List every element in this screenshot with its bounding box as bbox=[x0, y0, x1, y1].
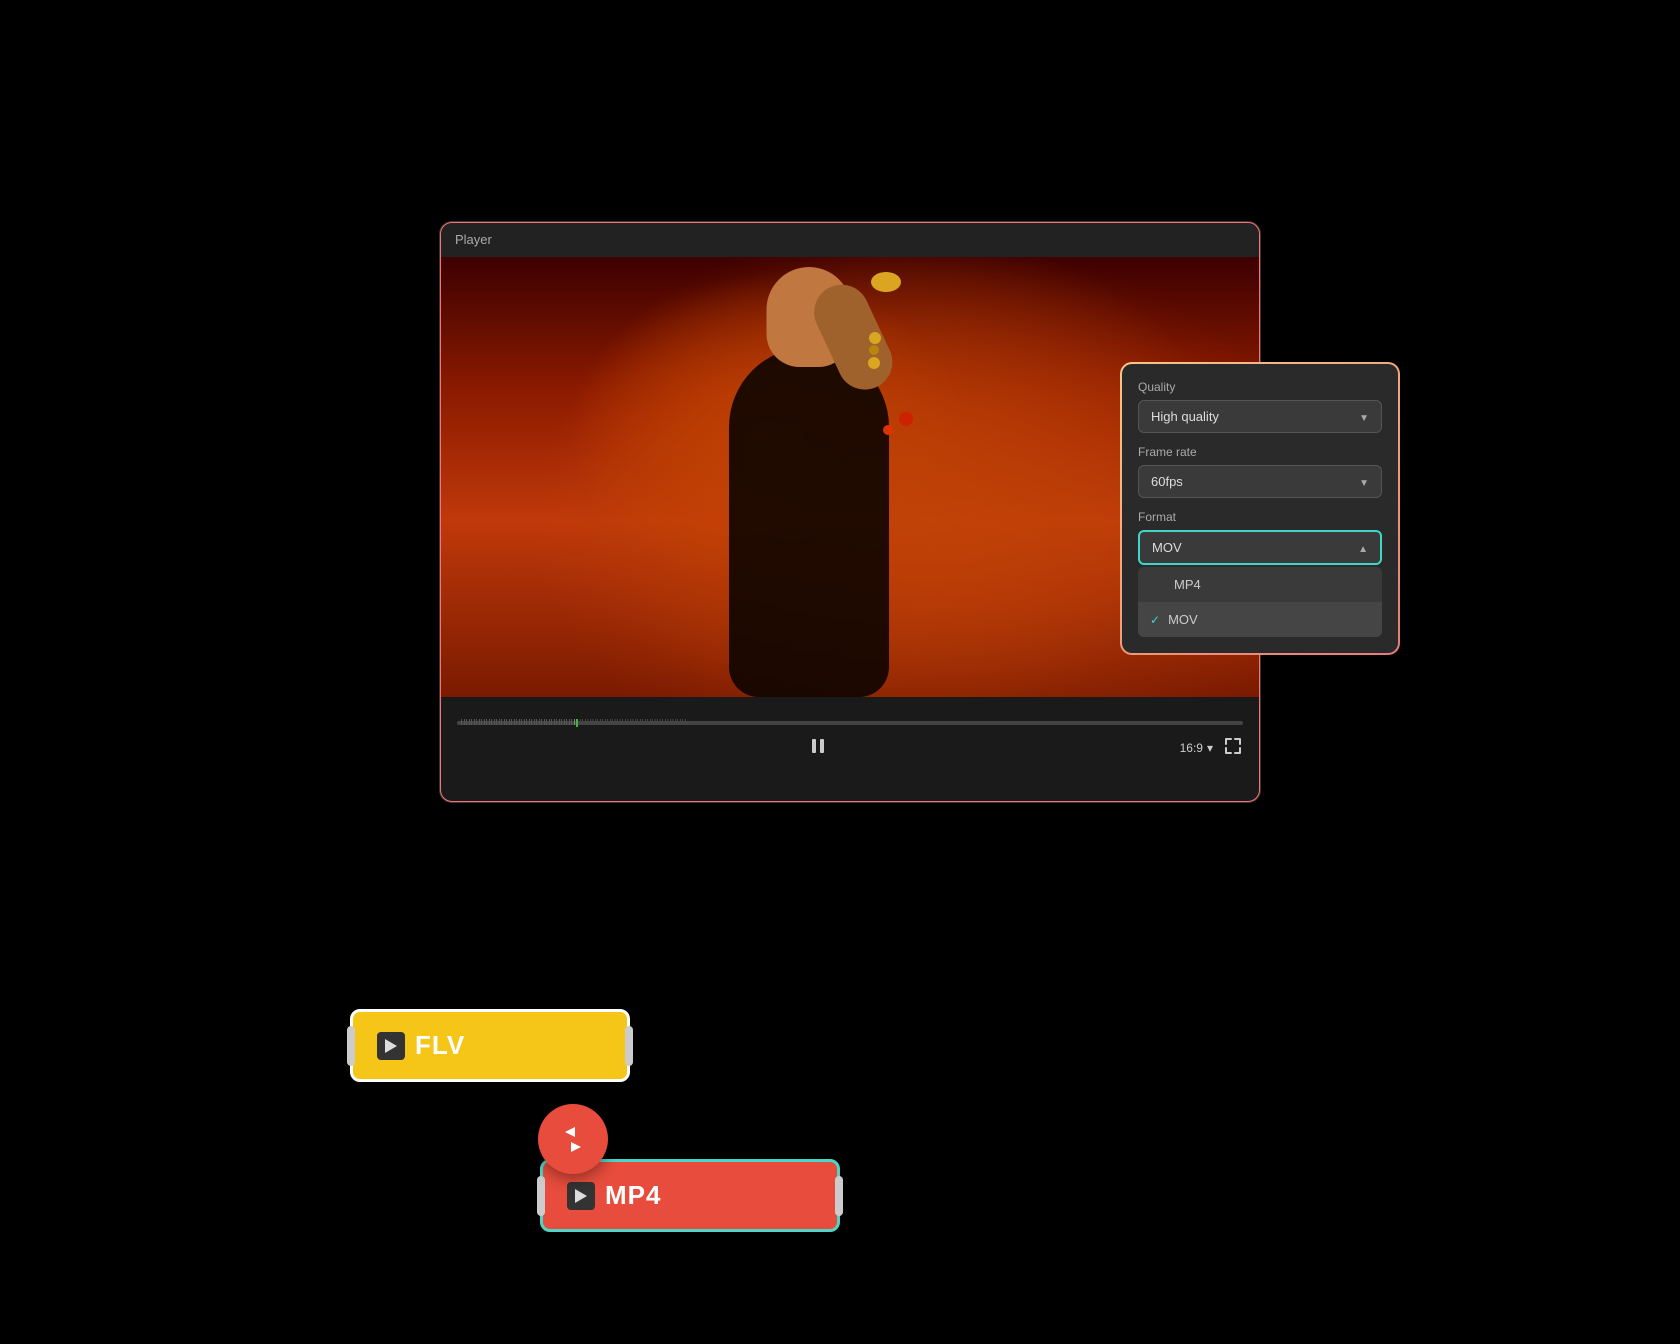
aspect-ratio[interactable]: 16:9 ▾ bbox=[1180, 741, 1213, 755]
format-label: Format bbox=[1138, 510, 1382, 524]
mp4-option-label: MP4 bbox=[1174, 577, 1201, 592]
flv-format-bar: FLV bbox=[350, 1009, 630, 1082]
player-title: Player bbox=[455, 232, 492, 247]
mov-option-label: MOV bbox=[1168, 612, 1198, 627]
player-controls: 16:9 ▾ bbox=[441, 697, 1259, 787]
flv-bar-handle-right bbox=[625, 1026, 633, 1066]
format-chevron-icon bbox=[1358, 541, 1368, 555]
progress-bar[interactable] bbox=[457, 721, 1243, 725]
convert-button[interactable] bbox=[538, 1104, 608, 1174]
framerate-chevron-icon bbox=[1359, 475, 1369, 489]
quality-select[interactable]: High quality bbox=[1138, 400, 1382, 433]
framerate-label: Frame rate bbox=[1138, 445, 1382, 459]
flv-format-icon bbox=[377, 1032, 405, 1060]
settings-panel: Quality High quality Frame rate 60fps Fo… bbox=[1122, 364, 1398, 653]
format-option-mov[interactable]: ✓ MOV bbox=[1138, 602, 1382, 637]
pause-button[interactable] bbox=[801, 733, 835, 764]
fullscreen-button[interactable] bbox=[1223, 736, 1243, 761]
mp4-bar-handle-right bbox=[835, 1176, 843, 1216]
flv-bar-handle-left bbox=[347, 1026, 355, 1066]
mp4-bar-handle-left bbox=[537, 1176, 545, 1216]
mov-check-icon: ✓ bbox=[1150, 613, 1160, 627]
format-option-mp4[interactable]: MP4 bbox=[1138, 567, 1382, 602]
convert-arrows-icon bbox=[565, 1127, 581, 1152]
flv-format-text: FLV bbox=[415, 1030, 465, 1061]
settings-panel-wrapper: Quality High quality Frame rate 60fps Fo… bbox=[1120, 362, 1400, 655]
arrow-right-icon bbox=[571, 1142, 581, 1152]
mp4-format-text: MP4 bbox=[605, 1180, 661, 1211]
arrow-left-icon bbox=[565, 1127, 575, 1137]
format-dropdown: MP4 ✓ MOV bbox=[1138, 567, 1382, 637]
quality-label: Quality bbox=[1138, 380, 1382, 394]
player-title-bar: Player bbox=[441, 223, 1259, 257]
mp4-play-icon bbox=[575, 1189, 587, 1203]
quality-chevron-icon bbox=[1359, 410, 1369, 424]
format-value: MOV bbox=[1152, 540, 1182, 555]
mp4-format-icon bbox=[567, 1182, 595, 1210]
format-select[interactable]: MOV bbox=[1138, 530, 1382, 565]
flv-play-icon bbox=[385, 1039, 397, 1053]
controls-row: 16:9 ▾ bbox=[457, 733, 1243, 764]
framerate-value: 60fps bbox=[1151, 474, 1183, 489]
quality-value: High quality bbox=[1151, 409, 1219, 424]
framerate-select[interactable]: 60fps bbox=[1138, 465, 1382, 498]
